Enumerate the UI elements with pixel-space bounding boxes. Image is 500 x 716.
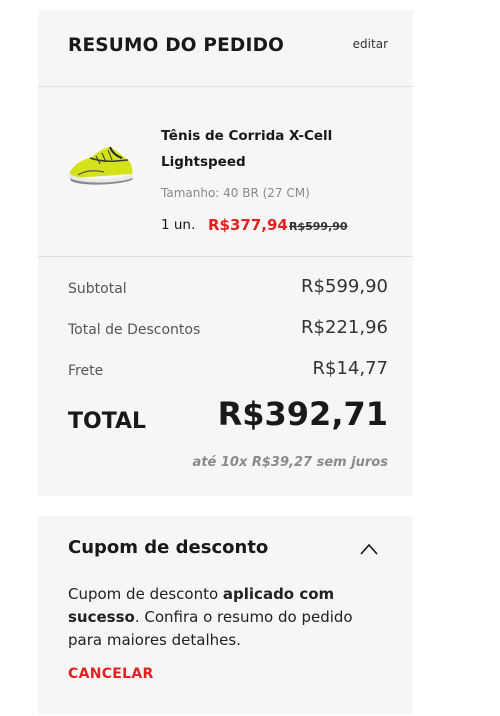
cancel-coupon-link[interactable]: CANCELAR <box>68 666 154 682</box>
coupon-msg-text: Cupom de desconto <box>68 585 223 603</box>
discount-value: R$221,96 <box>301 317 388 338</box>
product-price: R$377,94 <box>208 216 288 234</box>
order-summary-title: RESUMO DO PEDIDO <box>68 35 285 56</box>
subtotal-value: R$599,90 <box>301 276 388 297</box>
subtotal-label: Subtotal <box>68 281 127 297</box>
discount-label: Total de Descontos <box>68 322 201 338</box>
shipping-label: Frete <box>68 363 104 379</box>
coupon-success-message: Cupom de desconto aplicado com sucesso. … <box>68 583 388 652</box>
product-quantity: 1 un. <box>161 217 196 233</box>
coupon-title: Cupom de desconto <box>68 537 269 558</box>
total-value: R$392,71 <box>217 395 388 433</box>
installments-text: até 10x R$39,27 sem juros <box>192 455 388 470</box>
product-old-price: R$599,90 <box>289 220 348 233</box>
cart-product-item: Tênis de Corrida X-Cell Lightspeed Taman… <box>38 87 413 257</box>
product-size: Tamanho: 40 BR (27 CM) <box>161 186 310 200</box>
edit-order-link[interactable]: editar <box>353 37 388 51</box>
chevron-up-icon[interactable] <box>359 542 379 556</box>
shipping-value: R$14,77 <box>312 358 389 379</box>
total-label: TOTAL <box>68 409 147 434</box>
order-summary-card: RESUMO DO PEDIDO editar Tênis de Corrida… <box>38 10 413 496</box>
product-name: Tênis de Corrida X-Cell Lightspeed <box>161 128 333 170</box>
coupon-card: Cupom de desconto Cupom de desconto apli… <box>38 516 413 714</box>
product-thumbnail <box>69 146 133 185</box>
order-summary-header: RESUMO DO PEDIDO editar <box>38 10 413 87</box>
